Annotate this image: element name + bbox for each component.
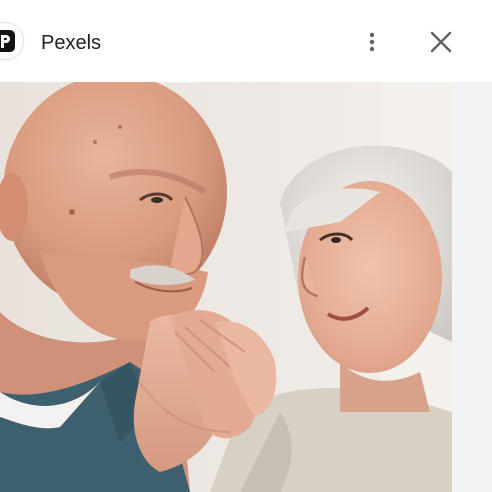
next-image-strip[interactable]	[452, 82, 492, 492]
main-photo[interactable]	[0, 82, 452, 492]
pexels-logo-icon	[0, 30, 15, 52]
close-icon	[430, 31, 452, 53]
close-button[interactable]	[423, 24, 459, 60]
viewer-header: Pexels	[0, 0, 492, 82]
more-vert-icon	[369, 32, 375, 52]
more-options-button[interactable]	[354, 24, 390, 60]
site-name[interactable]: Pexels	[41, 31, 101, 55]
site-logo[interactable]	[0, 22, 24, 60]
elderly-couple-photo	[0, 82, 452, 492]
image-viewer: Pexels	[0, 0, 492, 492]
